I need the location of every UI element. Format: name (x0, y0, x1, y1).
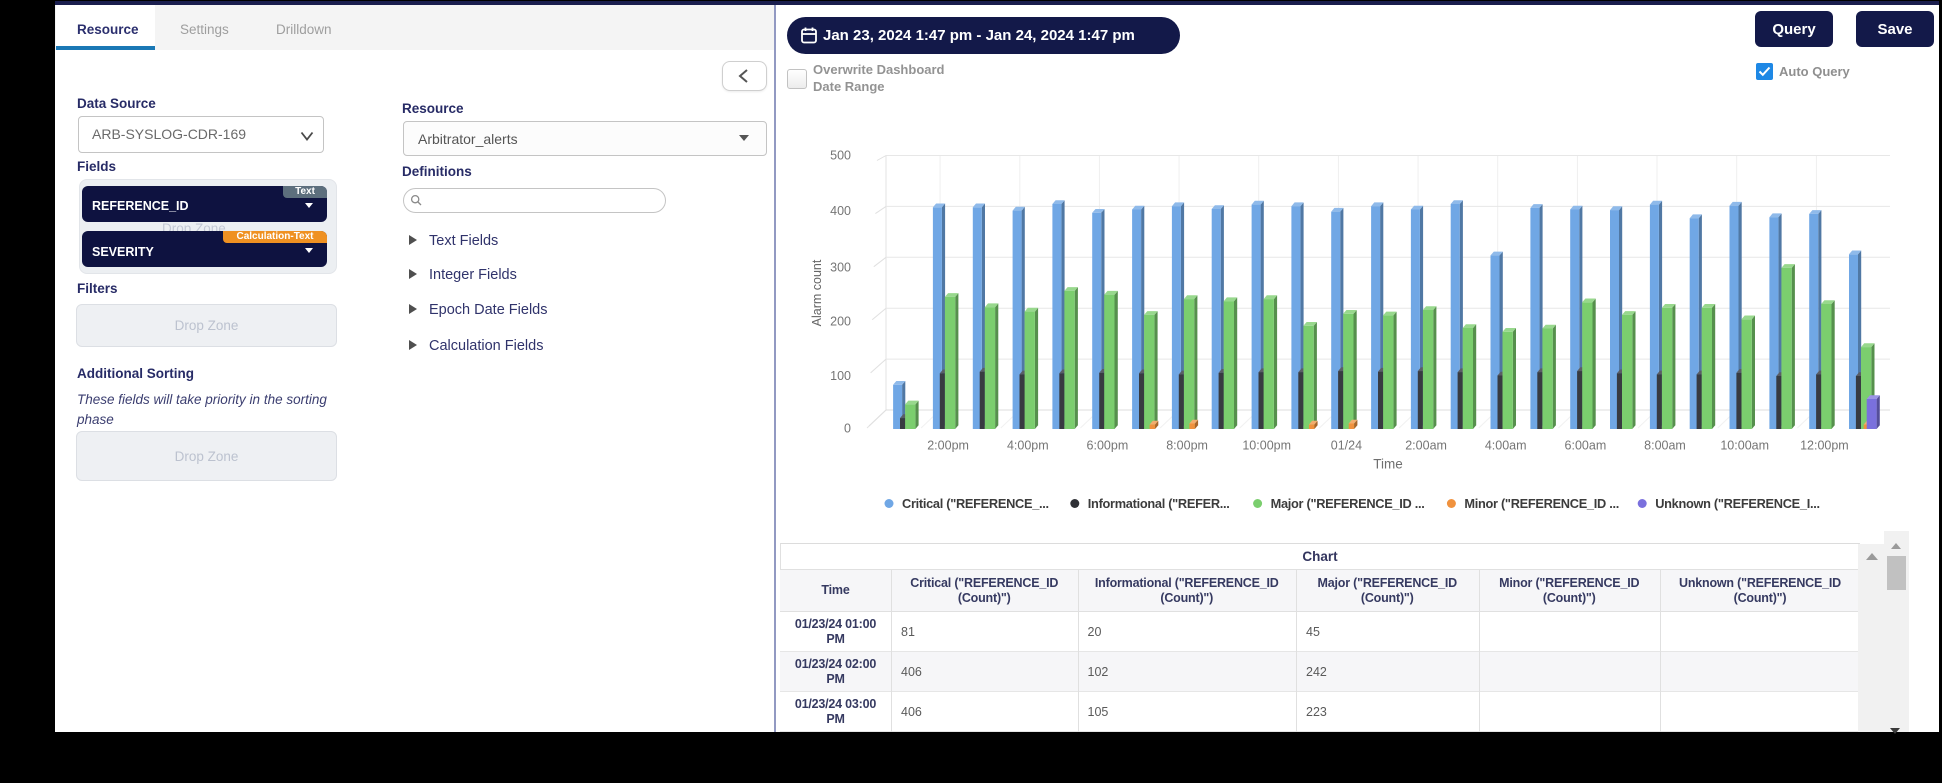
svg-text:6:00pm: 6:00pm (1087, 439, 1129, 453)
svg-text:6:00am: 6:00am (1565, 439, 1607, 453)
svg-text:400: 400 (830, 204, 851, 218)
svg-text:100: 100 (830, 369, 851, 383)
svg-text:4:00pm: 4:00pm (1007, 439, 1049, 453)
svg-text:Unknown ("REFERENCE_I...: Unknown ("REFERENCE_I... (1655, 496, 1820, 511)
svg-text:Minor ("REFERENCE_ID ...: Minor ("REFERENCE_ID ... (1464, 496, 1619, 511)
svg-text:8:00pm: 8:00pm (1166, 439, 1208, 453)
svg-text:0: 0 (844, 421, 851, 435)
svg-text:10:00am: 10:00am (1720, 439, 1769, 453)
svg-text:Alarm count: Alarm count (810, 259, 824, 326)
svg-text:500: 500 (830, 149, 851, 163)
svg-text:Critical ("REFERENCE_...: Critical ("REFERENCE_... (902, 496, 1049, 511)
svg-text:01/24: 01/24 (1331, 439, 1362, 453)
svg-text:4:00am: 4:00am (1485, 439, 1527, 453)
svg-text:Major ("REFERENCE_ID ...: Major ("REFERENCE_ID ... (1271, 496, 1425, 511)
svg-text:2:00am: 2:00am (1405, 439, 1447, 453)
svg-text:200: 200 (830, 315, 851, 329)
svg-text:2:00pm: 2:00pm (927, 439, 969, 453)
svg-text:10:00pm: 10:00pm (1242, 439, 1291, 453)
svg-text:8:00am: 8:00am (1644, 439, 1686, 453)
svg-text:12:00pm: 12:00pm (1800, 439, 1849, 453)
svg-text:Time: Time (1373, 457, 1403, 472)
svg-text:Informational ("REFER...: Informational ("REFER... (1088, 496, 1230, 511)
svg-text:300: 300 (830, 261, 851, 275)
